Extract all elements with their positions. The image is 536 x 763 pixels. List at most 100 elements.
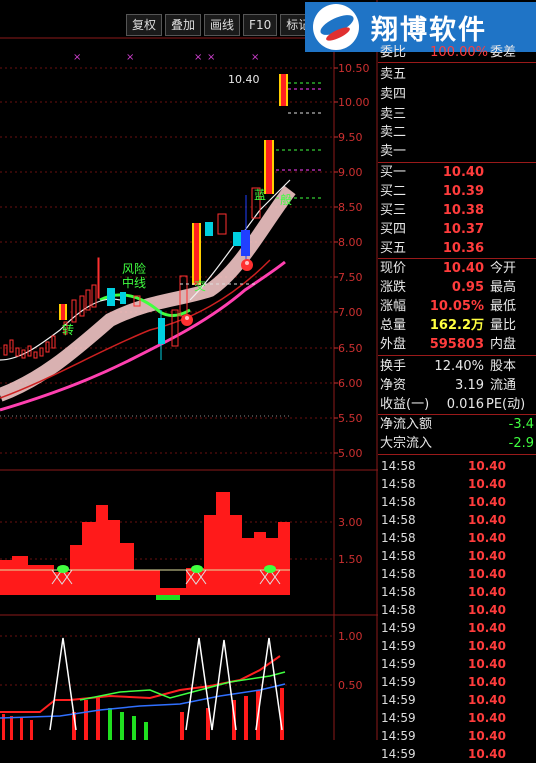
fuquan-button[interactable]: 复权	[126, 14, 163, 36]
logo-text: 翔博软件	[371, 14, 487, 46]
quote-row: 外盘 595803 内盘	[380, 337, 517, 352]
tick-price: 10.40	[468, 495, 506, 509]
jiao-label: 交	[194, 278, 206, 293]
tick-row: 14:58 10.40	[378, 511, 536, 529]
zhuan-label: 转	[62, 322, 74, 337]
bid-row[interactable]: 买四 10.37	[378, 221, 536, 239]
price-tick: 10.00	[338, 96, 370, 109]
overlay-button[interactable]: 叠加	[165, 14, 202, 36]
quote-row: 涨跌 0.95 最高	[380, 280, 517, 295]
svg-text:×: ×	[126, 52, 134, 63]
tick-price: 10.40	[468, 729, 506, 743]
tick-time: 14:58	[381, 549, 416, 563]
tick-price: 10.40	[468, 531, 506, 545]
price-tick: 8.00	[338, 236, 363, 249]
tick-time: 14:59	[381, 711, 416, 725]
tick-time: 14:59	[381, 729, 416, 743]
fund-row: 换手 12.40% 股本	[380, 359, 517, 374]
tick-row: 14:59 10.40	[378, 691, 536, 709]
high-price-mark: 10.40	[228, 73, 260, 86]
tick-time: 14:58	[381, 567, 416, 581]
svg-text:×: ×	[251, 52, 259, 63]
price-tick: 10.50	[338, 62, 370, 75]
tick-row: 14:59 10.40	[378, 655, 536, 673]
tick-time: 14:59	[381, 657, 416, 671]
price-tick: 9.00	[338, 166, 363, 179]
fund-row: 净资 3.19 流通	[380, 378, 517, 393]
draw-line-button[interactable]: 画线	[204, 14, 241, 36]
tick-time: 14:59	[381, 675, 416, 689]
tick-price: 10.40	[468, 657, 506, 671]
tick-row: 14:59 10.40	[378, 673, 536, 691]
vol-tick: 1.50	[338, 553, 363, 566]
tick-price: 10.40	[468, 693, 506, 707]
tick-time: 14:58	[381, 477, 416, 491]
flow-row: 净流入额 -3.4	[380, 417, 534, 432]
tick-row: 14:58 10.40	[378, 601, 536, 619]
tick-row: 14:58 10.40	[378, 565, 536, 583]
price-tick: 6.00	[338, 377, 363, 390]
price-tick: 6.50	[338, 342, 363, 355]
bid-row[interactable]: 买三 10.38	[378, 202, 536, 220]
tick-row: 14:59 10.40	[378, 709, 536, 727]
weibi-row: 委比 100.00% 委差	[380, 45, 517, 60]
tick-row: 14:59 10.40	[378, 745, 536, 763]
tick-time: 14:59	[381, 639, 416, 653]
tick-row: 14:58 10.40	[378, 529, 536, 547]
tick-price: 10.40	[468, 621, 506, 635]
tick-time: 14:59	[381, 747, 416, 761]
lan-label: 蓝	[254, 188, 266, 202]
bid-row[interactable]: 买五 10.36	[378, 240, 536, 258]
price-tick: 9.50	[338, 131, 363, 144]
tick-time: 14:58	[381, 603, 416, 617]
f10-button[interactable]: F10	[243, 14, 278, 36]
tick-price: 10.40	[468, 513, 506, 527]
price-tick: 5.50	[338, 412, 363, 425]
tick-row: 14:58 10.40	[378, 457, 536, 475]
kline-chart[interactable]: × × × × × 10.40 风险 中线 蓝 转 交 般	[0, 0, 378, 740]
tick-price: 10.40	[468, 567, 506, 581]
tick-time: 14:58	[381, 585, 416, 599]
tick-time: 14:59	[381, 693, 416, 707]
quote-row: 总量 162.2万 量比	[380, 318, 517, 333]
tick-price: 10.40	[468, 459, 506, 473]
tick-time: 14:59	[381, 621, 416, 635]
tick-row: 14:58 10.40	[378, 493, 536, 511]
tick-row: 14:58 10.40	[378, 583, 536, 601]
ind-tick: 1.00	[338, 630, 363, 643]
vol-tick: 3.00	[338, 516, 363, 529]
tick-price: 10.40	[468, 747, 506, 761]
tick-row: 14:59 10.40	[378, 637, 536, 655]
tick-price: 10.40	[468, 603, 506, 617]
tick-time: 14:58	[381, 459, 416, 473]
ind-tick: 0.50	[338, 679, 363, 692]
bid-row[interactable]: 买一 10.40	[378, 164, 536, 182]
price-tick: 8.50	[338, 201, 363, 214]
ban-label: 般	[280, 192, 292, 207]
tick-row: 14:59 10.40	[378, 619, 536, 637]
tick-row: 14:58 10.40	[378, 547, 536, 565]
tick-row: 14:59 10.40	[378, 727, 536, 745]
ask-row[interactable]: 卖二	[378, 124, 536, 142]
tick-time: 14:58	[381, 495, 416, 509]
tick-time: 14:58	[381, 513, 416, 527]
svg-text:×: ×	[207, 52, 215, 63]
ask-row[interactable]: 卖五	[378, 66, 536, 84]
price-tick: 7.50	[338, 271, 363, 284]
tick-price: 10.40	[468, 675, 506, 689]
risk-label: 风险	[122, 261, 146, 276]
tick-price: 10.40	[468, 585, 506, 599]
price-tick: 5.00	[338, 447, 363, 460]
svg-text:×: ×	[73, 52, 81, 63]
fund-row: 收益(一) 0.016 PE(动)	[380, 397, 526, 412]
tick-row: 14:58 10.40	[378, 475, 536, 493]
bid-row[interactable]: 买二 10.39	[378, 183, 536, 201]
chart-toolbar: 复权 叠加 画线 F10 标记	[126, 14, 319, 36]
svg-text:×: ×	[194, 52, 202, 63]
ask-row[interactable]: 卖四	[378, 86, 536, 104]
ask-row[interactable]: 卖一	[378, 143, 536, 161]
tick-price: 10.40	[468, 477, 506, 491]
price-tick: 7.00	[338, 306, 363, 319]
ask-row[interactable]: 卖三	[378, 106, 536, 124]
tick-price: 10.40	[468, 549, 506, 563]
